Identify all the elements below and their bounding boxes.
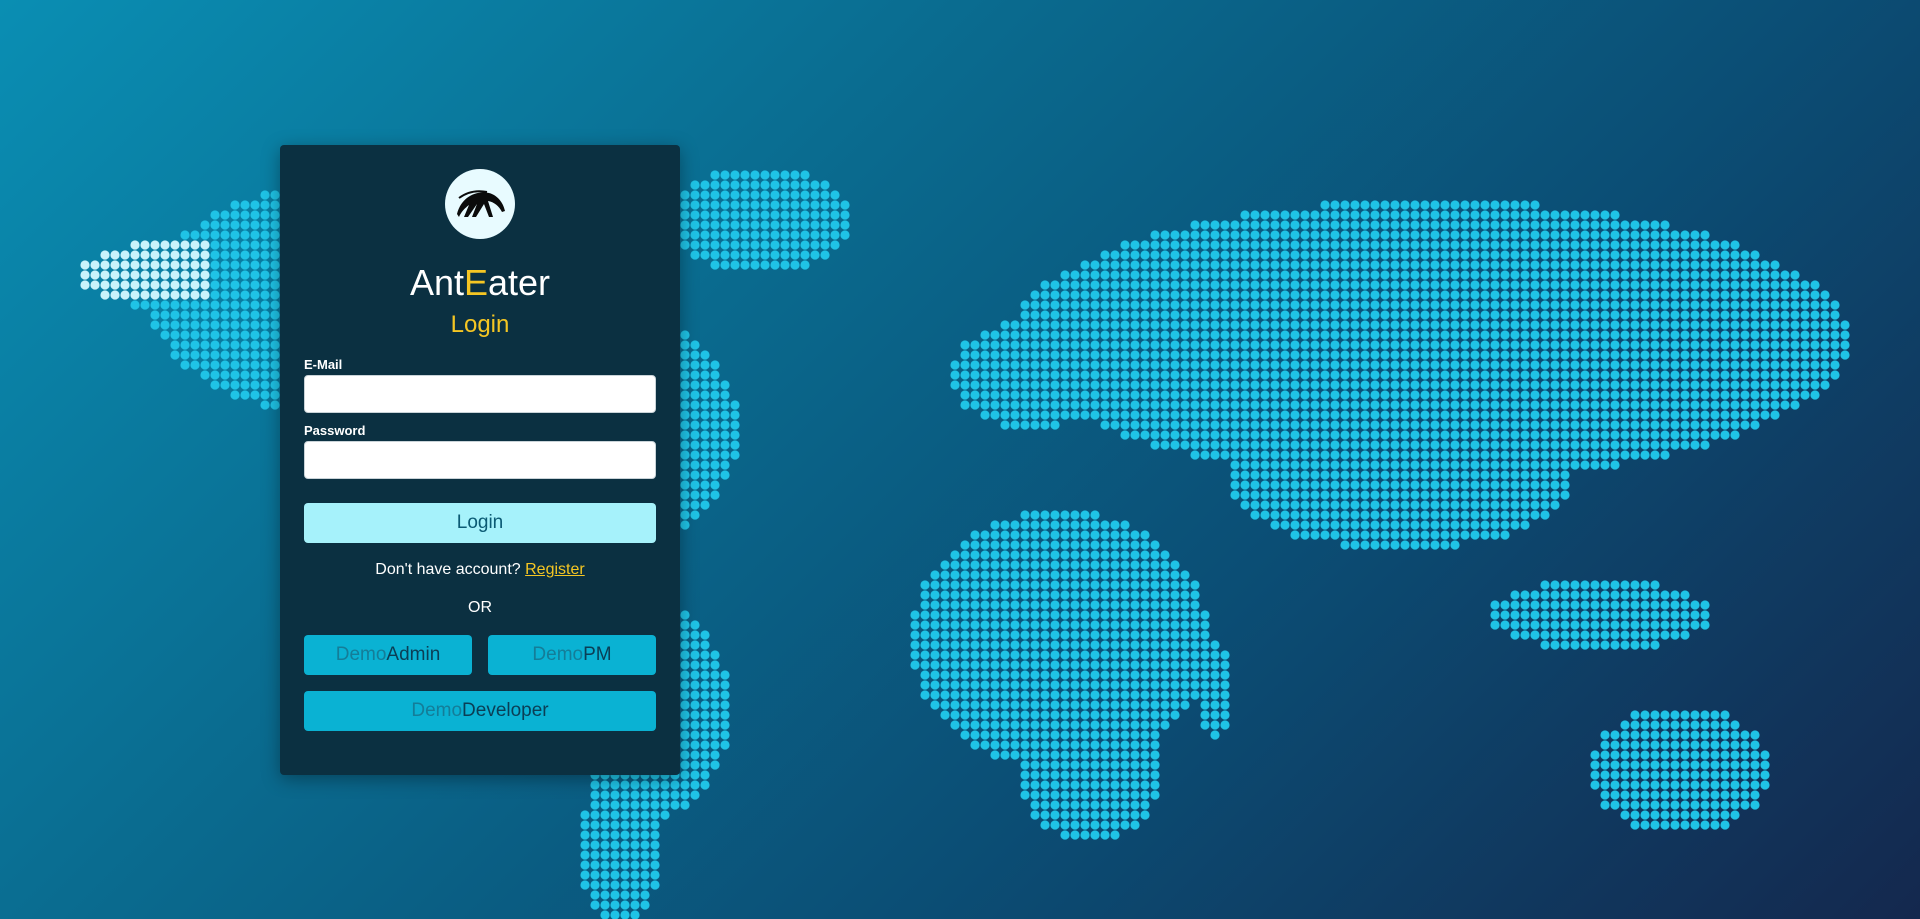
demo-developer-button[interactable]: DemoDeveloper <box>304 691 656 731</box>
anteater-logo-icon <box>445 169 515 239</box>
register-link[interactable]: Register <box>525 561 585 578</box>
register-prompt: Don't have account? Register <box>304 561 656 579</box>
login-card: AntEater Login E-Mail Password Login Don… <box>280 145 680 775</box>
password-field[interactable] <box>304 441 656 479</box>
app-title: AntEater <box>409 262 551 303</box>
demo-pm-button[interactable]: DemoPM <box>488 635 656 675</box>
register-prompt-text: Don't have account? <box>375 561 521 578</box>
email-field[interactable] <box>304 375 656 413</box>
demo-admin-button[interactable]: DemoAdmin <box>304 635 472 675</box>
page-title: Login <box>450 311 510 338</box>
login-button[interactable]: Login <box>304 503 656 543</box>
email-label: E-Mail <box>304 357 343 372</box>
password-label: Password <box>304 423 366 438</box>
or-divider: OR <box>468 599 492 616</box>
